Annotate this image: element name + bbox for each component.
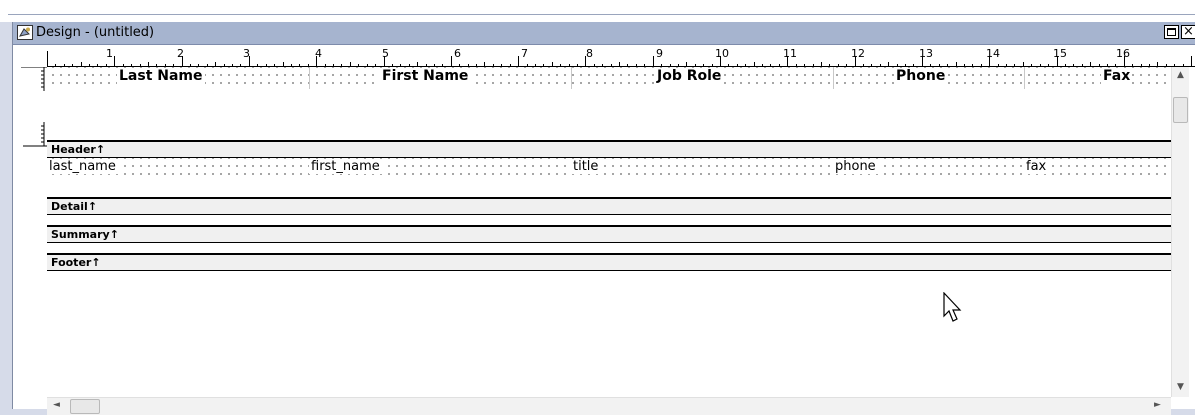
footer-band-label: Footer↑ [51, 256, 101, 269]
design-canvas[interactable]: Last Name First Name Job Role Phone Fax … [47, 67, 1171, 397]
horizontal-scrollbar[interactable]: ◄ ► [47, 397, 1171, 415]
field-first-name[interactable]: first_name [309, 159, 382, 174]
horizontal-ruler: 1 2 3 4 5 6 7 8 9 10 11 12 13 14 15 16 [13, 45, 1195, 67]
column-divider [309, 67, 310, 89]
design-window-icon [17, 25, 33, 40]
maximize-button[interactable] [1164, 25, 1179, 39]
column-divider [571, 67, 572, 89]
ruler-mark: 13 [919, 47, 933, 60]
summary-band-label: Summary↑ [51, 228, 119, 241]
column-divider [1024, 67, 1025, 89]
ruler-mark: 2 [177, 47, 184, 60]
vertical-scrollbar[interactable]: ▲ ▼ [1171, 67, 1189, 397]
detail-band[interactable]: last_name first_name title phone fax [47, 158, 1171, 180]
ruler-mark: 10 [715, 47, 729, 60]
horizontal-scroll-thumb[interactable] [70, 399, 100, 414]
ruler-mark: 16 [1116, 47, 1130, 60]
header-job-role[interactable]: Job Role [655, 68, 724, 84]
header-band-separator[interactable]: Header↑ [47, 140, 1171, 158]
background-strip [0, 0, 1195, 22]
ruler-mark: 3 [243, 47, 250, 60]
ruler-mark: 8 [586, 47, 593, 60]
ruler-mark: 6 [454, 47, 461, 60]
header-band[interactable]: Last Name First Name Job Role Phone Fax [47, 67, 1171, 89]
ruler-mark: 11 [783, 47, 797, 60]
scroll-down-arrow[interactable]: ▼ [1177, 382, 1184, 392]
ruler-mark: 5 [382, 47, 389, 60]
field-title[interactable]: title [571, 159, 601, 174]
column-divider [833, 67, 834, 89]
header-last-name[interactable]: Last Name [117, 68, 205, 84]
ruler-mark: 14 [986, 47, 1000, 60]
field-phone[interactable]: phone [833, 159, 878, 174]
header-band-label: Header↑ [51, 143, 106, 156]
header-first-name[interactable]: First Name [380, 68, 471, 84]
ruler-mark: 9 [656, 47, 663, 60]
design-window: Design - (untitled) × 1 2 3 4 5 6 7 8 9 … [12, 22, 1195, 415]
detail-band-label: Detail↑ [51, 200, 98, 213]
vertical-scroll-thumb[interactable] [1173, 97, 1188, 123]
header-fax[interactable]: Fax [1101, 68, 1133, 84]
field-fax[interactable]: fax [1024, 159, 1049, 174]
field-last-name[interactable]: last_name [47, 159, 118, 174]
scroll-up-arrow[interactable]: ▲ [1177, 70, 1184, 80]
ruler-mark: 4 [315, 47, 322, 60]
window-title: Design - (untitled) [36, 25, 155, 40]
ruler-mark: 7 [521, 47, 528, 60]
detail-band-separator[interactable]: Detail↑ [47, 197, 1171, 215]
ruler-mark: 15 [1053, 47, 1067, 60]
title-bar[interactable]: Design - (untitled) × [13, 22, 1195, 45]
ruler-mark: 1 [106, 47, 113, 60]
close-button[interactable]: × [1181, 25, 1195, 39]
ruler-ticks [47, 51, 1195, 67]
vertical-ruler-ticks [21, 66, 47, 147]
footer-band-separator[interactable]: Footer↑ [47, 253, 1171, 271]
vertical-ruler [13, 66, 47, 409]
summary-band-separator[interactable]: Summary↑ [47, 225, 1171, 243]
mouse-pointer-icon [943, 292, 962, 322]
ruler-mark: 12 [851, 47, 865, 60]
header-phone[interactable]: Phone [894, 68, 948, 84]
